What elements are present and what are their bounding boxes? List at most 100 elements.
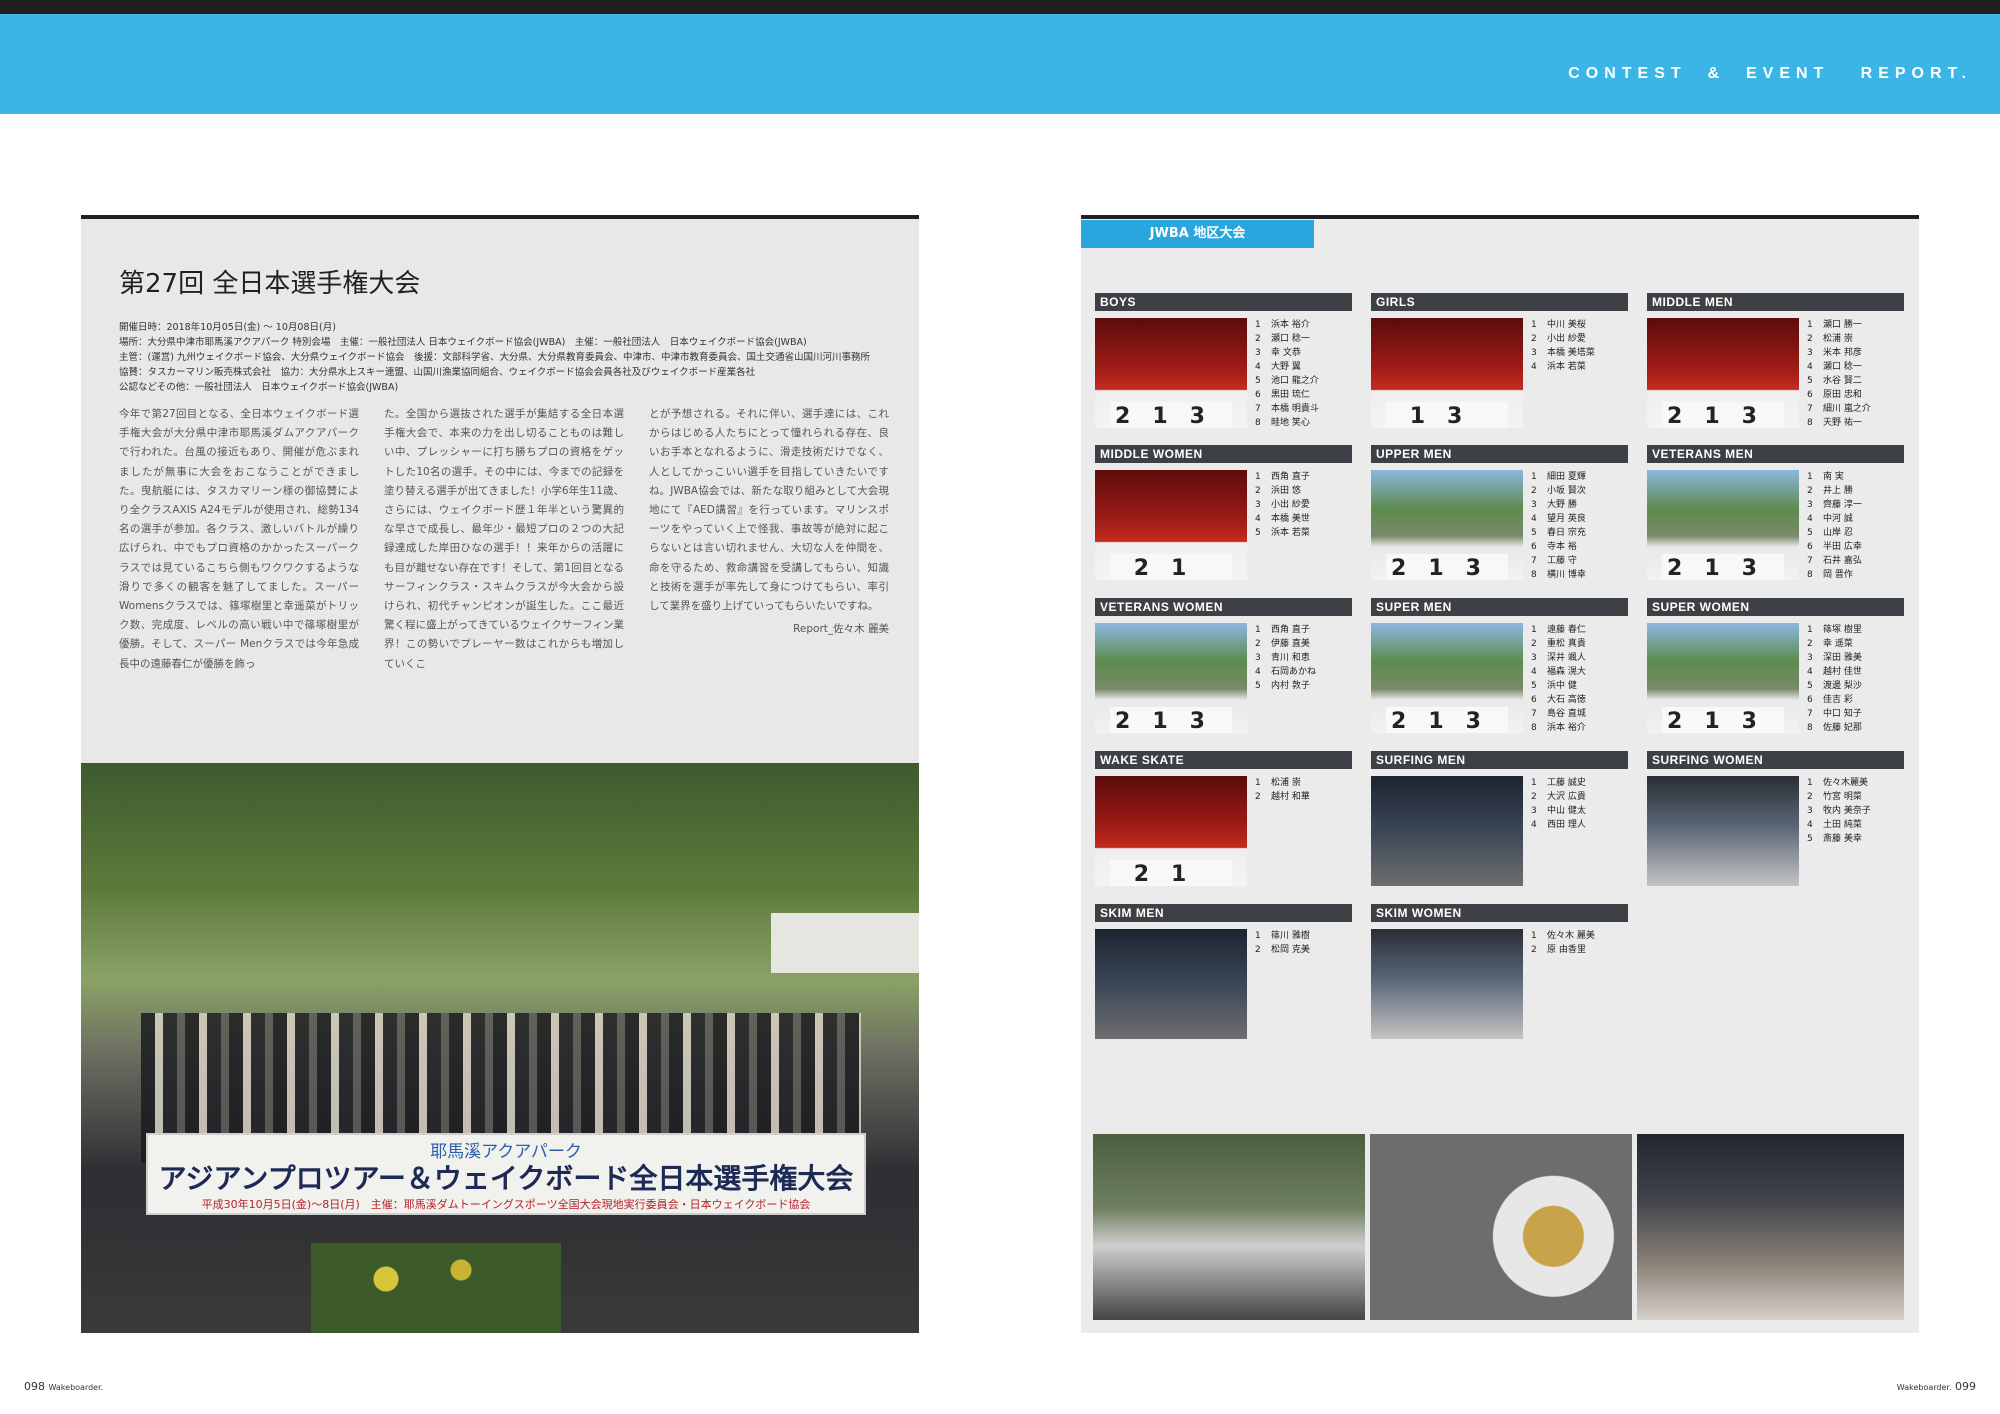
rank-row: 2 竹宮 明菜	[1807, 790, 1904, 804]
rank-row: 7 石井 嘉弘	[1807, 554, 1904, 568]
rank-row: 1 篠川 雅樹	[1255, 929, 1352, 943]
rank-name: 松浦 崇	[1823, 334, 1853, 344]
rank-number: 1	[1807, 320, 1813, 330]
rank-number: 2	[1531, 486, 1537, 496]
rank-row: 4 大野 翼	[1255, 360, 1352, 374]
rank-number: 2	[1531, 334, 1537, 344]
rank-number: 2	[1255, 334, 1261, 344]
rank-row: 4 望月 英良	[1531, 512, 1628, 526]
rank-row: 2 井上 勝	[1807, 484, 1904, 498]
page-number-left: 098	[24, 1380, 45, 1393]
sign-subtitle: 耶馬溪アクアパーク	[430, 1142, 582, 1162]
meta-line: 場所：大分県中津市耶馬溪アクアパーク 特別会場 主催：一般社団法人 日本ウェイク…	[119, 337, 807, 348]
rank-name: 浜本 裕介	[1547, 723, 1586, 733]
rank-name: 半田 広幸	[1823, 542, 1862, 552]
category-block: WAKE SKATE 21 1 松浦 崇 2 越村 和華	[1095, 751, 1352, 886]
rank-number: 5	[1255, 376, 1261, 386]
rank-name: 細田 夏輝	[1547, 472, 1586, 482]
rank-number: 8	[1807, 570, 1813, 580]
rank-number: 6	[1807, 390, 1813, 400]
rank-name: 重松 真貴	[1547, 639, 1586, 649]
rank-name: 西角 直子	[1271, 625, 1310, 635]
category-body: 213 1 浜本 裕介 2 瀬口 稔一 3 幸 文恭 4 大野 翼 5 池口 龍之介 6 黒田 琉仁 7 本…	[1095, 318, 1352, 428]
rank-row: 7 本橋 明貴斗	[1255, 402, 1352, 416]
panel-tab: JWBA 地区大会	[1081, 220, 1314, 248]
podium-photo: 21	[1095, 470, 1247, 580]
section-title: CONTEST & EVENT REPORT.	[1568, 65, 1972, 82]
rank-row: 2 原 由香里	[1531, 943, 1628, 957]
rank-row: 4 瀬口 稔一	[1807, 360, 1904, 374]
rank-name: 横川 博幸	[1547, 570, 1586, 580]
article-column-2: た。全国から選抜された選手が集結する全日本選手権大会で、本来の力を出し切ることも…	[384, 408, 624, 670]
rank-row: 1 工藤 誠史	[1531, 776, 1628, 790]
magazine-name-left: Wakeboarder.	[48, 1383, 104, 1392]
rank-row: 1 浜本 裕介	[1255, 318, 1352, 332]
rank-name: 渡邊 梨沙	[1823, 681, 1862, 691]
night-party-photo	[1637, 1134, 1904, 1320]
rank-row: 2 小坂 賢次	[1531, 484, 1628, 498]
rank-number: 3	[1807, 653, 1813, 663]
rank-number: 4	[1807, 514, 1813, 524]
category-heading: VETERANS WOMEN	[1095, 598, 1352, 616]
rank-row: 4 土田 純菜	[1807, 818, 1904, 832]
rank-list: 1 佐々木 麗美 2 原 由香里	[1531, 929, 1628, 957]
podium-numbers: 213	[1662, 707, 1784, 733]
category-heading: MIDDLE MEN	[1647, 293, 1904, 311]
podium-photo: 213	[1371, 470, 1523, 580]
rank-name: 松岡 克美	[1271, 945, 1310, 955]
rank-name: 佐々木 麗美	[1547, 931, 1595, 941]
rank-number: 7	[1807, 404, 1813, 414]
rank-list: 1 佐々木麗美 2 竹宮 明菜 3 牧内 美奈子 4 土田 純菜 5 斎藤 美幸	[1807, 776, 1904, 846]
folio-right: Wakeboarder. 099	[1897, 1380, 1976, 1393]
rank-number: 7	[1531, 709, 1537, 719]
rank-row: 4 本橋 美世	[1255, 512, 1352, 526]
rank-list: 1 浜本 裕介 2 瀬口 稔一 3 幸 文恭 4 大野 翼 5 池口 龍之介 6 黒田 琉仁 7 本橋 明…	[1255, 318, 1352, 430]
rank-name: 中山 健太	[1547, 806, 1586, 816]
rank-row: 2 大沢 広貴	[1531, 790, 1628, 804]
rank-name: 佳吉 彩	[1823, 695, 1853, 705]
rank-row: 1 遠藤 春仁	[1531, 623, 1628, 637]
rank-number: 5	[1807, 834, 1813, 844]
rank-name: 越村 佳世	[1823, 667, 1862, 677]
rank-row: 5 浜中 健	[1531, 679, 1628, 693]
rank-name: 大野 勝	[1547, 500, 1577, 510]
folio-left: 098 Wakeboarder.	[24, 1380, 103, 1393]
category-body: 213 1 西角 直子 2 伊藤 直美 3 青川 和恵 4 石岡あかね 5 内村 敦子	[1095, 623, 1352, 733]
rank-name: 深井 颯人	[1547, 653, 1586, 663]
podium-photo	[1371, 929, 1523, 1039]
category-body: 21 1 西角 直子 2 浜田 悠 3 小出 紗愛 4 本橋 美世 5 浜本 若菜	[1095, 470, 1352, 580]
rank-name: 浜本 裕介	[1271, 320, 1310, 330]
rank-row: 1 佐々木 麗美	[1531, 929, 1628, 943]
rank-number: 2	[1255, 639, 1261, 649]
rank-row: 7 島谷 直城	[1531, 707, 1628, 721]
meta-line: 公認などその他：一般社団法人 日本ウェイクボード協会(JWBA)	[119, 382, 399, 393]
rank-row: 8 浜本 裕介	[1531, 721, 1628, 735]
category-block: SUPER MEN 213 1 遠藤 春仁 2 重松 真貴 3 深井 颯人 4 福森 滉大 5 浜中 …	[1371, 598, 1628, 733]
article-body: 今年で第27回目となる、全日本ウェイクボード選手権大会が大分県中津市耶馬溪ダムア…	[119, 405, 889, 685]
rank-name: 深田 雅美	[1823, 653, 1862, 663]
rank-row: 3 小出 紗愛	[1255, 498, 1352, 512]
rank-number: 8	[1807, 723, 1813, 733]
rank-number: 5	[1531, 681, 1537, 691]
rank-name: 南 実	[1823, 472, 1844, 482]
rank-number: 2	[1807, 792, 1813, 802]
rank-name: 福森 滉大	[1547, 667, 1586, 677]
rank-number: 6	[1807, 695, 1813, 705]
rank-name: 松浦 崇	[1271, 778, 1301, 788]
rank-number: 5	[1255, 681, 1261, 691]
rank-number: 1	[1255, 472, 1261, 482]
rank-list: 1 篠川 雅樹 2 松岡 克美	[1255, 929, 1352, 957]
article-column-3-text: とが予想される。それに伴い、選手達には、これからはじめる人たちにとって憧れられる…	[649, 408, 889, 613]
rank-number: 1	[1255, 778, 1261, 788]
rank-row: 3 中山 健太	[1531, 804, 1628, 818]
rank-number: 1	[1807, 625, 1813, 635]
podium-photo	[1371, 776, 1523, 886]
rank-name: 島谷 直城	[1547, 709, 1586, 719]
rank-number: 6	[1255, 390, 1261, 400]
rank-name: 西田 理人	[1547, 820, 1586, 830]
rank-row: 8 佐藤 妃那	[1807, 721, 1904, 735]
rank-name: 大石 高徳	[1547, 695, 1586, 705]
rank-row: 1 篠塚 樹里	[1807, 623, 1904, 637]
rank-number: 1	[1531, 778, 1537, 788]
rank-number: 2	[1807, 486, 1813, 496]
